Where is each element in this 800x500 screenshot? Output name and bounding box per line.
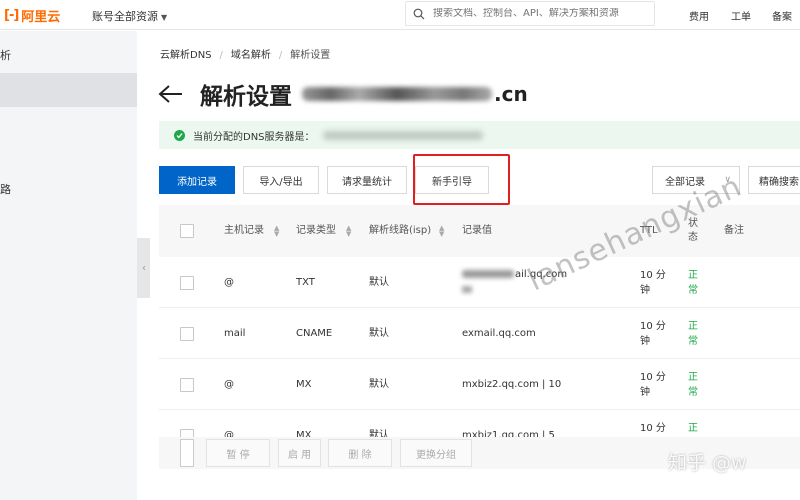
th-value: 记录值 [462,225,492,236]
chevron-down-icon: ∨ [724,175,731,185]
request-stats-button[interactable]: 请求量统计 [327,166,407,194]
batch-select-checkbox[interactable] [180,439,194,467]
cell-host: mail [224,328,246,339]
select-all-checkbox-cell [180,205,194,257]
sidebar-item-1[interactable]: 析 [0,39,137,73]
sort-host-icon[interactable]: ▲ ▼ [269,205,279,257]
cell-host: @ [224,379,234,390]
blurred-dns-servers [322,130,483,140]
import-export-button[interactable]: 导入/导出 [243,166,319,194]
th-remark: 备注 [724,225,744,236]
search-input[interactable] [433,8,643,19]
domain-suffix: .cn [494,82,528,106]
batch-actions-bar: 暂 停 启 用 删 除 更换分组 [159,437,800,469]
cell-type: TXT [296,277,315,288]
row-checkbox[interactable] [180,326,194,341]
cell-value: mxbiz2.qq.com | 10 [462,379,562,390]
cell-line: 默认 [369,328,389,339]
dns-console-page: [-] 阿里云 账号全部资源▼ 费用 工单 备案 析 路 ‹ 云解析DNS / 域名… [0,0,800,500]
table-row[interactable]: mail CNAME 默认 exmail.qq.com 10 分钟 正常 [159,308,800,359]
breadcrumb: 云解析DNS / 域名解析 / 解析设置 [160,46,330,61]
cell-value-text: ail.qq.com [515,269,568,280]
cell-host: @ [224,277,234,288]
page-title: 解析设置 [200,84,292,110]
row-checkbox[interactable] [180,275,194,290]
table-row[interactable]: @ TXT 默认 ail.qq.com 10 分钟 正常 [159,257,800,308]
page-title-row: 解析设置 .cn [158,77,528,111]
left-sidebar: 析 路 [0,31,137,500]
check-circle-icon [174,129,185,141]
logo-text: 阿里云 [21,9,61,25]
top-navigation-bar: [-] 阿里云 账号全部资源▼ 费用 工单 备案 [0,0,800,30]
table-row[interactable]: @ MX 默认 mxbiz2.qq.com | 10 10 分钟 正常 [159,359,800,410]
cell-status: 正常 [688,371,698,398]
breadcrumb-separator: / [278,50,283,61]
cell-type: MX [296,379,312,390]
cell-type: CNAME [296,328,333,339]
breadcrumb-dns[interactable]: 云解析DNS [160,50,212,61]
record-filter-select[interactable]: 全部记录 ∨ [652,166,740,194]
cell-line: 默认 [369,379,389,390]
add-record-button[interactable]: 添加记录 [159,166,235,194]
th-host-label: 主机记录 [224,225,264,236]
delete-button[interactable]: 删 除 [328,439,392,467]
global-search-box[interactable] [405,1,655,26]
th-host[interactable]: 主机记录 [224,205,268,257]
precise-search-button[interactable]: 精确搜索 [748,166,800,194]
cell-value: exmail.qq.com [462,328,536,339]
account-resource-dropdown[interactable]: 账号全部资源 ▼ [92,8,167,24]
sort-line-icon[interactable]: ▲ ▼ [434,205,444,257]
cell-ttl: 10 分钟 [640,269,666,296]
breadcrumb-current: 解析设置 [290,50,331,61]
pause-button[interactable]: 暂 停 [206,439,270,467]
select-all-checkbox[interactable] [180,224,194,238]
cell-line: 默认 [369,277,389,288]
breadcrumb-separator: / [219,50,223,61]
chevron-left-icon: ‹ [142,262,146,274]
sidebar-item-2-active[interactable] [0,73,137,107]
back-arrow-icon[interactable] [158,79,188,109]
breadcrumb-domain-resolution[interactable]: 域名解析 [231,50,271,61]
th-type[interactable]: 记录类型 [296,205,340,257]
blurred-domain-name [302,87,492,101]
enable-button[interactable]: 启 用 [278,439,321,467]
th-line[interactable]: 解析线路(isp) [369,205,433,257]
nav-link-icp[interactable]: 备案 [772,8,792,23]
record-filter-value: 全部记录 [665,176,705,188]
sidebar-item-5[interactable]: 路 [0,173,137,207]
nav-link-tickets[interactable]: 工单 [731,8,751,23]
th-status: 状态 [688,218,698,243]
newbie-guide-button[interactable]: 新手引导 [415,166,489,194]
dns-server-message: 当前分配的DNS服务器是： [193,131,315,143]
th-line-label: 解析线路(isp) [369,225,432,236]
row-checkbox[interactable] [180,377,194,392]
row-checkbox-cell [180,308,194,359]
cell-status: 正常 [688,320,698,347]
caret-down-icon: ▼ [161,13,168,22]
th-type-label: 记录类型 [296,225,336,236]
cell-ttl: 10 分钟 [640,371,666,398]
cell-status: 正常 [688,269,698,296]
aliyun-logo[interactable]: [-] 阿里云 [4,5,60,25]
change-group-button[interactable]: 更换分组 [400,439,472,467]
dns-server-notice: 当前分配的DNS服务器是： [159,121,800,149]
row-checkbox-cell [180,359,194,410]
search-icon [413,8,425,19]
blurred-value-line2 [462,285,472,293]
account-label: 账号全部资源 [92,10,158,23]
main-content: 云解析DNS / 域名解析 / 解析设置 解析设置 .cn 当前分配的DNS服务器是： … [150,31,800,500]
sidebar-collapse-handle[interactable]: ‹ [137,238,151,298]
sort-type-icon[interactable]: ▲ ▼ [341,205,351,257]
cell-value: ail.qq.com [462,257,622,308]
nav-link-billing[interactable]: 费用 [689,8,709,23]
cell-ttl: 10 分钟 [640,320,666,347]
table-header: 主机记录 ▲ ▼ 记录类型 ▲ ▼ 解析线路(isp) ▲ ▼ 记录值 TTL 状态 … [159,205,800,257]
row-checkbox-cell [180,257,194,308]
aliyun-logo-icon: [-] [4,7,19,23]
record-toolbar: 添加记录 导入/导出 请求量统计 新手引导 全部记录 ∨ 精确搜索 [159,154,800,205]
th-ttl: TTL [640,225,658,236]
blurred-value [462,270,514,278]
